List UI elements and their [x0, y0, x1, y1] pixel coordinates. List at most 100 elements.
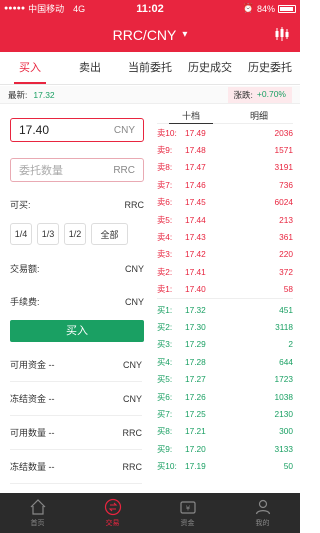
- turnover-label: 交易额:: [10, 264, 40, 274]
- tab-buy[interactable]: 买入: [0, 52, 60, 84]
- change-badge: 涨跌: +0.70%: [227, 86, 292, 103]
- tab-order-history[interactable]: 历史委托: [240, 52, 300, 84]
- balance-label: 冻结资金 --: [10, 394, 55, 404]
- bid-row[interactable]: 买3: 17.29 2: [157, 336, 293, 353]
- nav-home-label: 首页: [30, 520, 45, 527]
- header: RRC/CNY ▾: [0, 17, 300, 52]
- bid-side: 买9:: [157, 443, 173, 454]
- bid-qty: 2130: [274, 408, 293, 419]
- bid-price: 17.29: [185, 339, 206, 350]
- nav-funds[interactable]: ¥ 资金: [150, 493, 225, 533]
- tab-depth[interactable]: 十档: [157, 108, 225, 124]
- ask-price: 17.41: [185, 266, 206, 277]
- bid-row[interactable]: 买1: 17.32 451: [157, 301, 293, 318]
- turnover-unit: CNY: [124, 263, 144, 274]
- balance-unit: CNY: [122, 393, 142, 404]
- bid-row[interactable]: 买4: 17.28 644: [157, 353, 293, 370]
- bid-price: 17.26: [185, 391, 206, 402]
- list-item: 冻结数量 -- RRC: [10, 450, 142, 484]
- nav-mine-label: 我的: [255, 520, 270, 527]
- bid-row[interactable]: 买5: 17.27 1723: [157, 370, 293, 387]
- balance-list: 可用资金 -- CNY 冻结资金 -- CNY 可用数量 -- RRC 冻结数量…: [10, 348, 142, 484]
- bid-side: 买6:: [157, 391, 173, 402]
- balance-label: 冻结数量 --: [10, 462, 55, 472]
- order-form: 17.40 CNY 委托数量 RRC 可买: RRC 1/4 1/3 1/2 全…: [10, 108, 144, 342]
- ask-price: 17.49: [185, 127, 206, 138]
- ask-side: 卖6:: [157, 197, 173, 208]
- ask-side: 卖5:: [157, 214, 173, 225]
- balance-unit: RRC: [122, 461, 143, 472]
- ask-side: 卖10:: [157, 127, 177, 138]
- tab-sell[interactable]: 卖出: [60, 52, 120, 84]
- bid-qty: 1723: [274, 374, 293, 385]
- all-button[interactable]: 全部: [91, 223, 128, 245]
- amount-unit: RRC: [113, 164, 135, 176]
- ask-list: 卖10: 17.49 2036 卖9: 17.48 1571 卖8: 17.47 3191 卖7:…: [157, 124, 293, 298]
- ask-row[interactable]: 卖6: 17.45 6024: [157, 194, 293, 211]
- order-book: 十档 明细 卖10: 17.49 2036 卖9: 17.48 1571 卖8: 17.47 3…: [157, 108, 293, 475]
- bid-row[interactable]: 买6: 17.26 1038: [157, 388, 293, 405]
- bid-side: 买4:: [157, 356, 173, 367]
- bid-price: 17.30: [185, 321, 206, 332]
- ask-qty: 372: [279, 266, 293, 277]
- bid-qty: 1038: [274, 391, 293, 402]
- ask-row[interactable]: 卖4: 17.43 361: [157, 228, 293, 245]
- ask-row[interactable]: 卖8: 17.47 3191: [157, 159, 293, 176]
- bid-qty: 3118: [275, 321, 293, 332]
- bid-side: 买5:: [157, 374, 173, 385]
- buy-button[interactable]: 买入: [10, 320, 144, 342]
- bid-price: 17.19: [185, 461, 206, 472]
- tab-details[interactable]: 明细: [225, 108, 293, 123]
- ask-row[interactable]: 卖5: 17.44 213: [157, 211, 293, 228]
- quarter-button[interactable]: 1/4: [10, 223, 32, 245]
- home-icon: [30, 499, 45, 515]
- balance-unit: CNY: [122, 359, 142, 370]
- balance-label: 可用资金 --: [10, 360, 55, 370]
- bid-price: 17.32: [185, 304, 206, 315]
- ask-qty: 2036: [274, 127, 293, 138]
- ask-row[interactable]: 卖3: 17.42 220: [157, 246, 293, 263]
- ask-row[interactable]: 卖1: 17.40 58: [157, 281, 293, 298]
- ask-price: 17.46: [185, 179, 206, 190]
- ask-row[interactable]: 卖10: 17.49 2036: [157, 124, 293, 141]
- bid-side: 买2:: [157, 321, 173, 332]
- bid-row[interactable]: 买8: 17.21 300: [157, 423, 293, 440]
- ask-side: 卖9:: [157, 145, 173, 156]
- ask-row[interactable]: 卖7: 17.46 736: [157, 176, 293, 193]
- bid-row[interactable]: 买2: 17.30 3118: [157, 318, 293, 335]
- ask-row[interactable]: 卖2: 17.41 372: [157, 263, 293, 280]
- bid-qty: 2: [288, 339, 293, 350]
- bid-row[interactable]: 买9: 17.20 3133: [157, 440, 293, 457]
- bid-price: 17.28: [185, 356, 206, 367]
- price-input[interactable]: 17.40 CNY: [10, 118, 144, 142]
- ask-price: 17.43: [185, 232, 206, 243]
- user-icon: [255, 499, 270, 515]
- ask-qty: 361: [279, 232, 293, 243]
- book-tabs: 十档 明细: [157, 108, 293, 124]
- ask-price: 17.45: [185, 197, 206, 208]
- ask-row[interactable]: 卖9: 17.48 1571: [157, 141, 293, 158]
- amount-input[interactable]: 委托数量 RRC: [10, 158, 144, 182]
- nav-mine[interactable]: 我的: [225, 493, 300, 533]
- bid-side: 买8:: [157, 426, 173, 437]
- candlestick-icon[interactable]: [274, 26, 290, 42]
- bid-row[interactable]: 买10: 17.19 50: [157, 457, 293, 474]
- tab-trade-history[interactable]: 历史成交: [180, 52, 240, 84]
- bottom-nav: 首页 交易 ¥ 资金 我的: [0, 493, 300, 533]
- balance-label: 可用数量 --: [10, 428, 55, 438]
- bid-price: 17.21: [185, 426, 206, 437]
- ask-side: 卖1:: [157, 284, 173, 295]
- bid-qty: 644: [279, 356, 293, 367]
- pair-title[interactable]: RRC/CNY: [113, 27, 177, 43]
- bid-row[interactable]: 买7: 17.25 2130: [157, 405, 293, 422]
- ask-qty: 736: [279, 179, 293, 190]
- available-row: 可买: RRC: [10, 198, 144, 211]
- nav-trade[interactable]: 交易: [75, 493, 150, 533]
- nav-home[interactable]: 首页: [0, 493, 75, 533]
- chevron-down-icon[interactable]: ▾: [182, 29, 187, 40]
- bid-side: 买3:: [157, 339, 173, 350]
- tab-open-orders[interactable]: 当前委托: [120, 52, 180, 84]
- half-button[interactable]: 1/2: [64, 223, 86, 245]
- price-value: 17.40: [19, 123, 50, 137]
- third-button[interactable]: 1/3: [37, 223, 59, 245]
